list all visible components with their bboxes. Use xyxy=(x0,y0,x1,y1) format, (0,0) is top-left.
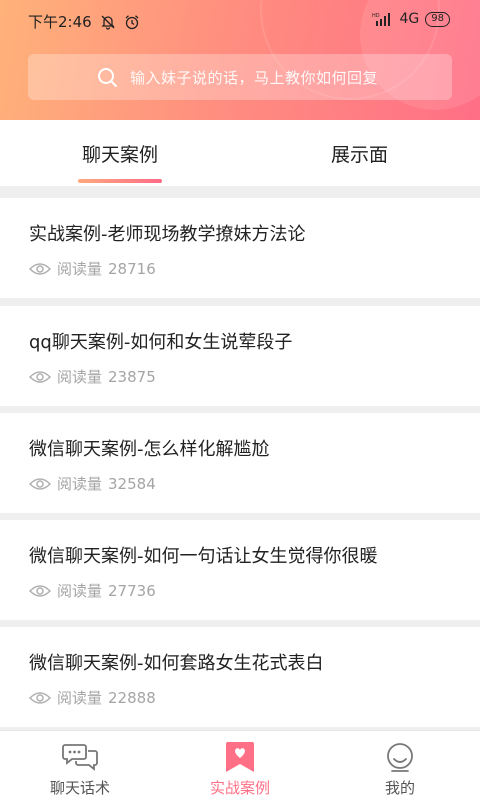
alarm-icon xyxy=(125,14,139,29)
list-item[interactable]: qq聊天案例-如何和女生说荤段子 阅读量 23875 xyxy=(0,306,480,406)
list-item[interactable]: 微信聊天案例-如何一句话让女生觉得你很暖 阅读量 27736 xyxy=(0,520,480,620)
eye-icon xyxy=(29,691,51,704)
article-title: 微信聊天案例-如何一句话让女生觉得你很暖 xyxy=(29,546,378,567)
mute-bell-icon xyxy=(101,15,115,30)
tab-chat-cases[interactable]: 聊天案例 xyxy=(82,140,158,167)
list-item[interactable]: 微信聊天案例-怎么样化解尴尬 阅读量 32584 xyxy=(0,413,480,513)
chat-bubbles-icon xyxy=(62,744,98,771)
views-count: 23875 xyxy=(108,367,156,386)
bottom-nav: 聊天话术 实战案例 我的 xyxy=(0,730,480,800)
article-title: 实战案例-老师现场教学撩妹方法论 xyxy=(29,224,306,245)
article-meta: 阅读量 22888 xyxy=(29,687,156,708)
article-meta: 阅读量 32584 xyxy=(29,473,156,494)
status-time: 下午2:46 xyxy=(28,13,92,31)
bookmark-heart-icon xyxy=(226,742,254,772)
list-item[interactable]: 实战案例-老师现场教学撩妹方法论 阅读量 28716 xyxy=(0,198,480,298)
search-icon xyxy=(98,68,117,87)
eye-icon xyxy=(29,477,51,490)
network-type: 4G xyxy=(399,11,420,27)
battery-level: 98 xyxy=(431,13,444,24)
hd-signal-icon: HD xyxy=(372,13,390,26)
eye-icon xyxy=(29,262,51,275)
tab-bar: 聊天案例 展示面 xyxy=(0,120,480,186)
views-count: 22888 xyxy=(108,688,156,707)
views-label: 阅读量 xyxy=(57,368,103,386)
nav-label: 我的 xyxy=(384,779,415,797)
svg-text:HD: HD xyxy=(372,13,380,19)
nav-mine[interactable]: 我的 xyxy=(320,731,480,800)
views-count: 27736 xyxy=(108,581,156,600)
eye-icon xyxy=(29,370,51,383)
smiley-face-icon xyxy=(387,743,413,772)
views-count: 32584 xyxy=(108,474,156,493)
article-title: 微信聊天案例-怎么样化解尴尬 xyxy=(29,439,270,460)
eye-icon xyxy=(29,584,51,597)
nav-label: 聊天话术 xyxy=(49,779,110,797)
article-meta: 阅读量 27736 xyxy=(29,580,156,601)
views-label: 阅读量 xyxy=(57,689,103,707)
article-meta: 阅读量 23875 xyxy=(29,366,156,387)
views-count: 28716 xyxy=(108,259,156,278)
list-item[interactable]: 微信聊天案例-如何套路女生花式表白 阅读量 22888 xyxy=(0,627,480,727)
header: 下午2:46 HD 4G 98 输入妹子说的话，马上教你如何回复 xyxy=(0,0,480,120)
views-label: 阅读量 xyxy=(57,260,103,278)
tab-display[interactable]: 展示面 xyxy=(331,140,388,167)
status-bar: 下午2:46 HD 4G 98 xyxy=(0,0,480,40)
search-placeholder: 输入妹子说的话，马上教你如何回复 xyxy=(130,68,379,87)
article-title: 微信聊天案例-如何套路女生花式表白 xyxy=(29,653,324,674)
search-bar[interactable]: 输入妹子说的话，马上教你如何回复 xyxy=(28,54,452,100)
views-label: 阅读量 xyxy=(57,475,103,493)
article-meta: 阅读量 28716 xyxy=(29,258,156,279)
views-label: 阅读量 xyxy=(57,582,103,600)
battery-icon: 98 xyxy=(425,11,450,27)
nav-label: 实战案例 xyxy=(209,779,270,797)
nav-chat-scripts[interactable]: 聊天话术 xyxy=(0,731,160,800)
article-title: qq聊天案例-如何和女生说荤段子 xyxy=(29,332,293,353)
nav-practical-cases[interactable]: 实战案例 xyxy=(160,731,320,800)
active-tab-indicator xyxy=(78,179,162,183)
